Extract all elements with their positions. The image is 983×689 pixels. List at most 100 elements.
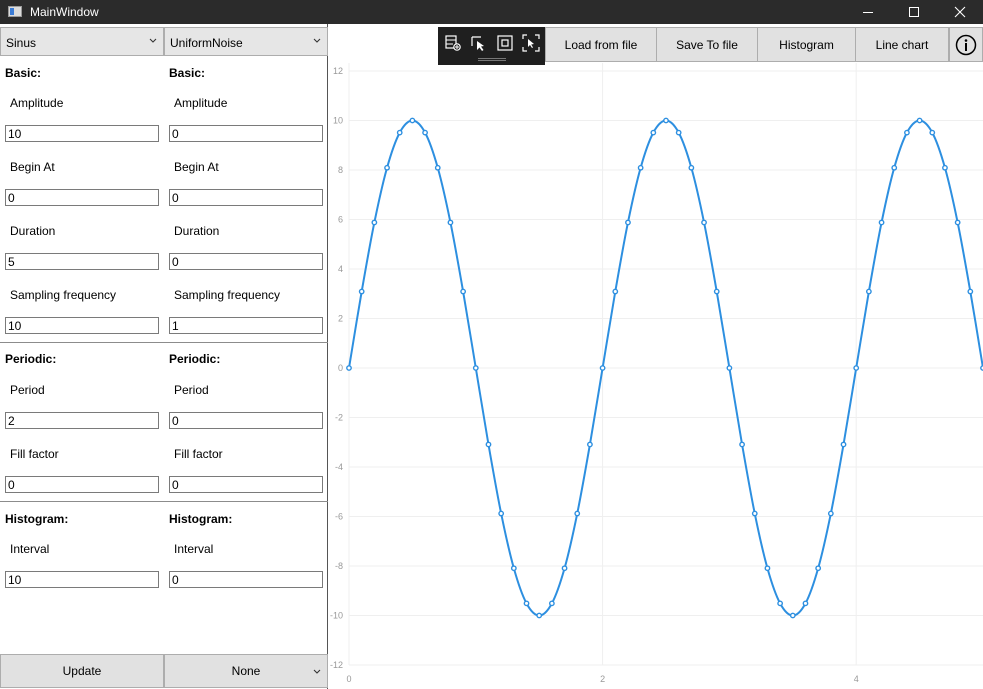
- signal1-interval-label: Interval: [10, 542, 50, 556]
- signal1-duration-label: Duration: [10, 224, 56, 238]
- data-point: [739, 441, 745, 448]
- save-to-file-button[interactable]: Save To file: [656, 27, 758, 62]
- signal2-histogram-title: Histogram:: [169, 512, 233, 526]
- operation-value: None: [231, 664, 261, 678]
- signal2-type-select[interactable]: UniformNoise: [164, 27, 328, 56]
- signal1-amplitude-input[interactable]: 10: [5, 125, 159, 142]
- signal1-type-select[interactable]: Sinus: [0, 27, 164, 56]
- signal2-begin-input[interactable]: 0: [169, 189, 323, 206]
- signal1-period-input[interactable]: 2: [5, 412, 159, 429]
- data-point: [688, 164, 695, 171]
- data-point: [650, 129, 657, 136]
- signal2-duration-input[interactable]: 0: [169, 253, 323, 270]
- y-tick-label: -8: [335, 561, 343, 571]
- section-divider: [0, 342, 328, 343]
- signal-settings-pane: Sinus UniformNoise Basic: Amplitude 10 B…: [0, 24, 328, 689]
- load-from-file-button[interactable]: Load from file: [545, 27, 657, 62]
- data-point: [865, 288, 872, 295]
- signal1-begin-input[interactable]: 0: [5, 189, 159, 206]
- signal2-amplitude-input[interactable]: 0: [169, 125, 323, 142]
- signal1-basic-title: Basic:: [5, 66, 42, 80]
- signal2-period-label: Period: [174, 383, 209, 397]
- operation-select[interactable]: None: [164, 654, 328, 688]
- info-button[interactable]: [949, 27, 983, 62]
- y-tick-label: 2: [338, 314, 343, 324]
- signal2-period-input[interactable]: 0: [169, 412, 323, 429]
- data-point: [853, 365, 860, 371]
- signal1-period-label: Period: [10, 383, 45, 397]
- data-point: [878, 219, 885, 226]
- x-tick-label: 0: [346, 674, 351, 684]
- chevron-down-icon: [313, 669, 321, 674]
- line-chart[interactable]: 121086420-2-4-6-8-10-120 2 4: [329, 27, 983, 689]
- zoom-table-icon[interactable]: [444, 34, 462, 52]
- data-point: [815, 565, 822, 572]
- minimize-button[interactable]: [845, 0, 891, 24]
- app-icon: [8, 6, 22, 17]
- y-tick-label: -10: [330, 611, 343, 621]
- data-point: [726, 365, 733, 371]
- close-button[interactable]: [937, 0, 983, 24]
- screenshot-icon[interactable]: [522, 34, 540, 52]
- chevron-down-icon: [149, 38, 157, 43]
- signal2-interval-input[interactable]: 0: [169, 571, 323, 588]
- toolbar-grip[interactable]: [478, 58, 506, 61]
- signal2-amplitude-label: Amplitude: [174, 96, 228, 110]
- data-point: [472, 365, 479, 371]
- data-point: [764, 565, 771, 572]
- signal2-type-value: UniformNoise: [170, 36, 243, 50]
- histogram-button[interactable]: Histogram: [757, 27, 856, 62]
- data-point: [498, 510, 505, 517]
- plot-pane: 12 10 8 6 4 2 0 -2 -4 -6 -8 -10 -12 0 2 4 Load: [329, 27, 983, 689]
- signal1-histogram-title: Histogram:: [5, 512, 69, 526]
- signal2-sampling-input[interactable]: 1: [169, 317, 323, 334]
- signal1-fill-input[interactable]: 0: [5, 476, 159, 493]
- signal1-sampling-label: Sampling frequency: [10, 288, 117, 302]
- y-tick-label: -12: [330, 660, 343, 670]
- fit-box-icon[interactable]: [496, 34, 514, 52]
- data-point: [358, 288, 365, 295]
- data-point: [510, 565, 517, 572]
- data-point: [954, 219, 961, 226]
- y-tick-label: 8: [338, 165, 343, 175]
- signal1-sampling-input[interactable]: 10: [5, 317, 159, 334]
- signal2-interval-label: Interval: [174, 542, 214, 556]
- line-chart-button[interactable]: Line chart: [855, 27, 949, 62]
- signal1-fill-label: Fill factor: [10, 447, 59, 461]
- signal1-duration-input[interactable]: 5: [5, 253, 159, 270]
- signal2-duration-label: Duration: [174, 224, 220, 238]
- chevron-down-icon: [313, 38, 321, 43]
- data-point: [485, 441, 492, 448]
- update-button[interactable]: Update: [0, 654, 164, 688]
- data-point: [612, 288, 619, 295]
- y-tick-label: -6: [335, 512, 343, 522]
- maximize-button[interactable]: [891, 0, 937, 24]
- data-point: [548, 600, 555, 607]
- y-tick-label: 10: [333, 116, 343, 126]
- signal2-basic-title: Basic:: [169, 66, 206, 80]
- maximize-icon: [909, 7, 919, 17]
- data-point: [587, 441, 593, 448]
- data-point: [789, 612, 796, 619]
- select-pointer-icon[interactable]: [470, 34, 488, 52]
- signal2-fill-label: Fill factor: [174, 447, 223, 461]
- signal1-interval-input[interactable]: 10: [5, 571, 159, 588]
- signal1-periodic-title: Periodic:: [5, 352, 57, 366]
- signal2-fill-input[interactable]: 0: [169, 476, 323, 493]
- data-point: [827, 510, 834, 517]
- data-point: [460, 288, 467, 295]
- signal1-begin-label: Begin At: [10, 160, 55, 174]
- data-point: [929, 129, 936, 136]
- data-point: [561, 565, 568, 572]
- data-point: [701, 219, 707, 226]
- data-point: [523, 600, 530, 607]
- data-point: [637, 164, 644, 171]
- y-tick-label: -2: [335, 413, 343, 423]
- data-point: [840, 441, 847, 448]
- x-tick-label: 2: [600, 674, 605, 684]
- chart-tools-toolbar: [438, 27, 545, 65]
- signal2-sampling-label: Sampling frequency: [174, 288, 281, 302]
- signal1-type-value: Sinus: [6, 36, 37, 50]
- data-point: [891, 164, 898, 171]
- data-point: [942, 164, 948, 171]
